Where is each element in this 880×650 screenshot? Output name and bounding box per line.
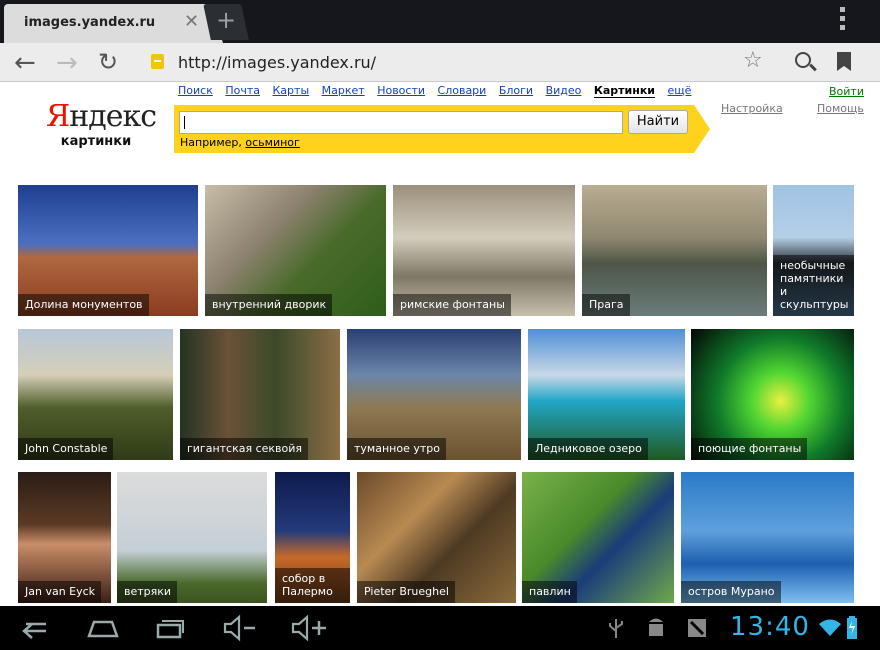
android-debug-icon <box>649 618 663 636</box>
tile-caption: внутренний дворик <box>205 294 333 316</box>
menu-overflow-icon[interactable] <box>840 7 846 35</box>
forward-arrow-icon[interactable]: → <box>56 48 78 78</box>
close-tab-icon[interactable]: ✕ <box>184 11 199 32</box>
site-favicon-icon <box>151 54 164 69</box>
tile-caption: Прага <box>582 294 630 316</box>
volume-up-icon[interactable] <box>290 614 330 642</box>
login-link[interactable]: Войти <box>829 85 864 98</box>
image-tile[interactable]: римские фонтаны <box>393 185 575 316</box>
search-example: Например, осьминог <box>180 136 300 149</box>
tile-caption: необычные памятники и скульптуры <box>773 255 854 316</box>
tile-caption: римские фонтаны <box>393 294 511 316</box>
image-tile[interactable]: внутренний дворик <box>205 185 386 316</box>
service-link-images[interactable]: Картинки <box>593 84 656 98</box>
service-link-blogs[interactable]: Блоги <box>499 84 533 97</box>
tile-caption: John Constable <box>18 438 114 460</box>
image-tile[interactable]: Долина монументов <box>18 185 198 316</box>
browser-nav-bar: ← → ↻ http://images.yandex.ru/ ☆ <box>0 43 880 82</box>
back-icon[interactable] <box>18 617 50 639</box>
image-tile[interactable]: собор в Палермо <box>275 472 350 603</box>
active-tab[interactable]: images.yandex.ru ✕ <box>4 4 223 43</box>
url-field[interactable]: http://images.yandex.ru/ <box>178 53 376 72</box>
system-bar: 13:40 <box>0 606 880 650</box>
service-link-mail[interactable]: Почта <box>225 84 260 97</box>
logo-subtitle: картинки <box>60 134 132 149</box>
image-tile[interactable]: ветряки <box>117 472 267 603</box>
bookmarks-icon[interactable] <box>837 52 851 71</box>
tile-caption: поющие фонтаны <box>691 438 808 460</box>
services-nav: Поиск Почта Карты Маркет Новости Словари… <box>178 84 700 98</box>
image-tile[interactable]: Pieter Brueghel <box>357 472 516 603</box>
yandex-logo[interactable]: Яндекс картинки <box>46 99 157 150</box>
example-prefix: Например, <box>180 136 246 149</box>
tile-caption: Jan van Eyck <box>18 581 102 603</box>
star-icon[interactable]: ☆ <box>743 48 763 73</box>
tile-caption: Долина монументов <box>18 294 149 316</box>
volume-down-icon[interactable] <box>222 614 258 642</box>
service-link-video[interactable]: Видео <box>546 84 582 97</box>
image-tile[interactable]: павлин <box>522 472 674 603</box>
browser-tab-bar: images.yandex.ru ✕ + <box>0 0 880 43</box>
recent-apps-icon[interactable] <box>155 616 185 640</box>
battery-icon <box>847 616 857 639</box>
usb-icon <box>609 619 623 638</box>
back-arrow-icon[interactable]: ← <box>14 48 36 78</box>
logo-word: ндекс <box>69 99 157 134</box>
tile-caption: Pieter Brueghel <box>357 581 455 603</box>
search-band-arrow <box>694 105 710 153</box>
service-link-news[interactable]: Новости <box>377 84 425 97</box>
service-link-dictionaries[interactable]: Словари <box>438 84 487 97</box>
notification-icon <box>688 619 706 637</box>
web-page: Яндекс картинки Поиск Почта Карты Маркет… <box>0 82 880 606</box>
image-tile[interactable]: остров Мурано <box>681 472 854 603</box>
tab-title: images.yandex.ru <box>24 15 156 30</box>
search-input[interactable] <box>179 111 623 134</box>
image-tile[interactable]: туманное утро <box>347 329 521 460</box>
image-tile[interactable]: John Constable <box>18 329 173 460</box>
tile-caption: собор в Палермо <box>275 568 350 603</box>
search-icon[interactable] <box>795 52 811 68</box>
help-link[interactable]: Помощь <box>817 102 864 115</box>
image-tile[interactable]: гигантская секвойя <box>180 329 340 460</box>
service-link-more[interactable]: ещё <box>668 84 692 97</box>
image-tile[interactable]: необычные памятники и скульптуры <box>773 185 854 316</box>
example-link[interactable]: осьминог <box>245 136 299 149</box>
image-tile[interactable]: Прага <box>582 185 767 316</box>
tile-caption: павлин <box>522 581 577 603</box>
tile-caption: гигантская секвойя <box>180 438 309 460</box>
service-link-market[interactable]: Маркет <box>322 84 365 97</box>
service-link-search[interactable]: Поиск <box>178 84 213 97</box>
reload-icon[interactable]: ↻ <box>98 48 118 76</box>
tile-caption: остров Мурано <box>681 581 781 603</box>
home-icon[interactable] <box>86 618 120 638</box>
find-button[interactable]: Найти <box>628 110 688 134</box>
service-link-maps[interactable]: Карты <box>273 84 310 97</box>
settings-link[interactable]: Настройка <box>721 102 783 115</box>
clock: 13:40 <box>730 612 810 642</box>
image-tile[interactable]: Ледниковое озеро <box>528 329 685 460</box>
text-caret <box>184 116 185 129</box>
tile-caption: Ледниковое озеро <box>528 438 648 460</box>
tile-caption: ветряки <box>117 581 178 603</box>
tile-caption: туманное утро <box>347 438 446 460</box>
image-tile[interactable]: Jan van Eyck <box>18 472 111 603</box>
logo-letter: Я <box>46 99 70 134</box>
wifi-icon <box>819 619 841 636</box>
image-tile[interactable]: поющие фонтаны <box>691 329 854 460</box>
new-tab-icon[interactable]: + <box>216 6 236 34</box>
